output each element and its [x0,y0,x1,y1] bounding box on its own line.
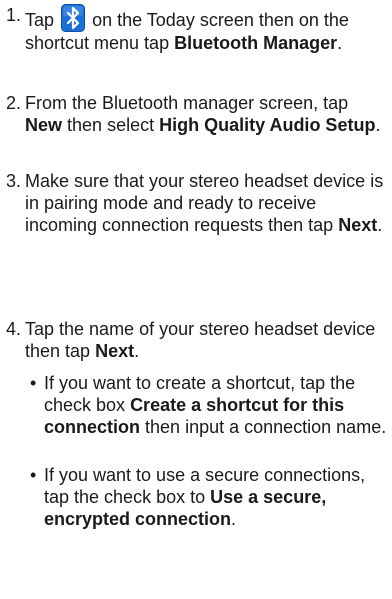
punctuation: . [231,509,237,529]
step-number: 4. [6,319,22,339]
step-number: 1. [6,5,22,25]
step-text-part: Tap the name of your stereo headset devi… [25,319,376,361]
step-3: 3. Make sure that your stereo headset de… [6,170,390,236]
step-text-part: Make sure that your stereo headset devic… [25,171,384,235]
next-label: Next [95,341,135,361]
step-text: Tap on the Today screen then on the shor… [25,4,390,54]
menu-item-bluetooth-manager: Bluetooth Manager [174,33,338,53]
bullet-text: If you want to create a shortcut, tap th… [44,372,390,438]
bullet-dot: • [30,465,37,485]
punctuation: . [337,33,343,53]
bullet-create-shortcut: • If you want to create a shortcut, tap … [30,372,390,438]
high-quality-audio-setup-label: High Quality Audio Setup [159,115,376,135]
step-text: Make sure that your stereo headset devic… [25,170,390,236]
step-4: 4. Tap the name of your stereo headset d… [6,318,390,362]
step-text: From the Bluetooth manager screen, tap N… [25,92,390,136]
new-label: New [25,115,63,135]
step-number: 2. [6,93,22,113]
bullet-dot: • [30,373,37,393]
bullet-text-part: then input a connection name. [145,417,387,437]
next-label: Next [338,215,378,235]
bullet-secure-connection: • If you want to use a secure connection… [30,464,390,530]
step-1: 1. Tap on the Today screen then on the s… [6,4,390,54]
punctuation: . [375,115,381,135]
step-number: 3. [6,171,22,191]
step-text-part: Tap [25,10,55,30]
bullet-text: If you want to use a secure connections,… [44,464,390,530]
step-text-part: From the Bluetooth manager screen, tap [25,93,349,113]
bluetooth-icon [61,4,86,32]
step-text-part: then select [67,115,155,135]
step-text: Tap the name of your stereo headset devi… [25,318,390,362]
punctuation: . [377,215,383,235]
step-2: 2. From the Bluetooth manager screen, ta… [6,92,390,136]
punctuation: . [134,341,140,361]
